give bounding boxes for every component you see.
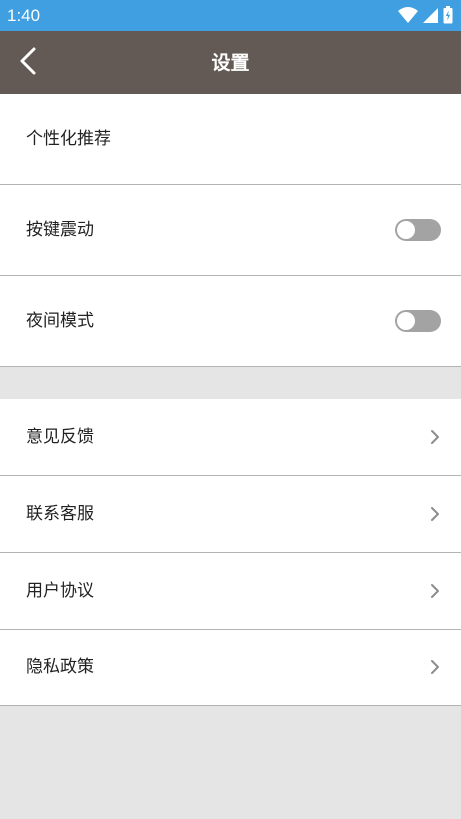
settings-group-support: 意见反馈 联系客服 用户协议 隐私政策 [0,399,461,706]
feedback-label: 意见反馈 [26,427,94,447]
privacy-policy-row[interactable]: 隐私政策 [0,629,461,706]
chevron-right-icon [431,584,439,598]
app-bar: 设置 [0,31,461,94]
signal-icon [422,6,439,24]
feedback-row[interactable]: 意见反馈 [0,399,461,476]
toggle-knob [397,312,415,330]
toggle-knob [397,221,415,239]
page-title: 设置 [211,52,250,74]
night-mode-toggle[interactable] [395,310,441,332]
personalized-recommendation-row[interactable]: 个性化推荐 [0,94,461,185]
key-vibration-toggle[interactable] [395,219,441,241]
night-mode-label: 夜间模式 [26,311,94,331]
key-vibration-row: 按键震动 [0,185,461,276]
user-agreement-row[interactable]: 用户协议 [0,553,461,630]
key-vibration-label: 按键震动 [26,220,94,240]
chevron-right-icon [431,660,439,674]
privacy-policy-label: 隐私政策 [26,657,94,677]
status-icons [398,6,453,24]
night-mode-row: 夜间模式 [0,276,461,367]
status-bar: 1:40 [0,0,461,31]
chevron-right-icon [431,507,439,521]
chevron-right-icon [431,430,439,444]
contact-support-label: 联系客服 [26,504,94,524]
battery-icon [443,6,453,24]
personalized-recommendation-label: 个性化推荐 [26,129,111,149]
user-agreement-label: 用户协议 [26,581,94,601]
status-time: 1:40 [7,6,41,25]
settings-group-preferences: 个性化推荐 按键震动 夜间模式 [0,94,461,367]
wifi-icon [398,6,418,24]
contact-support-row[interactable]: 联系客服 [0,476,461,553]
